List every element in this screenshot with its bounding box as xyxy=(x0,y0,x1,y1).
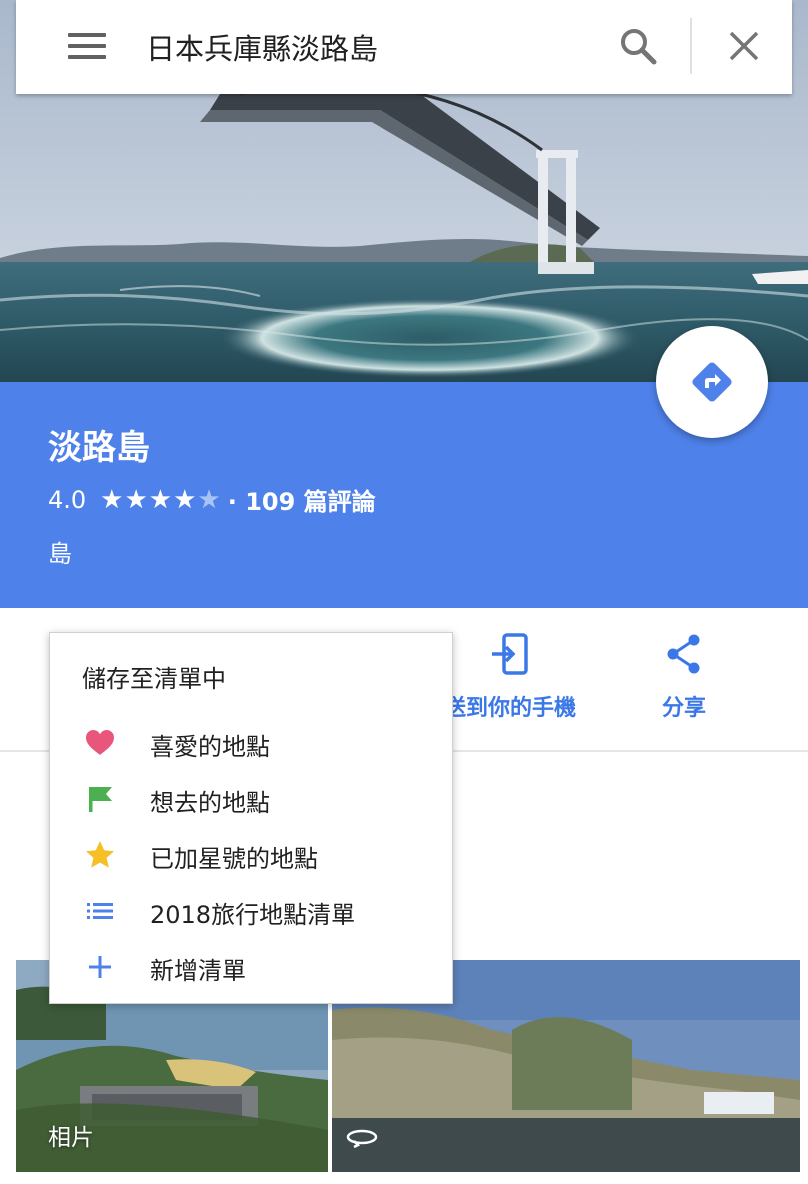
directions-label[interactable]: 規劃路線 xyxy=(640,856,784,891)
directions-icon xyxy=(692,362,732,402)
save-menu-item-want-to-go[interactable]: 想去的地點 xyxy=(50,773,452,825)
save-to-list-menu: 儲存至清單中 喜愛的地點 想去的地點 已加星號的地點 2018旅行地點清單 新增… xyxy=(49,632,453,1004)
close-icon[interactable] xyxy=(726,28,762,64)
save-menu-item-starred[interactable]: 已加星號的地點 xyxy=(50,829,452,881)
search-icon[interactable] xyxy=(618,26,658,66)
send-to-phone-icon xyxy=(492,633,528,675)
directions-button[interactable] xyxy=(656,326,768,438)
save-menu-item-new-list[interactable]: 新增清單 xyxy=(50,941,452,993)
share-button[interactable]: 分享 xyxy=(630,632,738,722)
star-icon: ★ xyxy=(124,484,149,515)
save-menu-item-label: 喜愛的地點 xyxy=(150,733,270,761)
review-count[interactable]: · 109 篇評論 xyxy=(228,482,376,517)
hamburger-menu-icon[interactable] xyxy=(68,33,108,61)
photos-label: 相片 xyxy=(48,1125,94,1151)
search-input[interactable]: 日本兵庫縣淡路島 xyxy=(146,26,378,68)
rating-value: 4.0 xyxy=(48,485,87,514)
save-menu-item-label: 已加星號的地點 xyxy=(150,845,318,873)
star-icon xyxy=(86,841,114,868)
star-icon: ★ xyxy=(148,484,174,515)
share-label: 分享 xyxy=(661,696,706,721)
list-icon xyxy=(87,903,113,919)
save-menu-title: 儲存至清單中 xyxy=(82,665,226,693)
rating-row[interactable]: 4.0 ★★★★★ · 109 篇評論 xyxy=(48,482,376,517)
flag-icon xyxy=(89,787,112,812)
star-icon: ★ xyxy=(173,484,198,515)
heart-icon xyxy=(86,730,114,755)
search-bar: 日本兵庫縣淡路島 xyxy=(16,0,792,94)
save-menu-item-label: 想去的地點 xyxy=(150,789,270,817)
star-icon: ★ xyxy=(100,484,125,515)
place-category: 島 xyxy=(48,540,72,568)
save-menu-item-custom-list[interactable]: 2018旅行地點清單 xyxy=(50,885,452,937)
save-menu-item-favorites[interactable]: 喜愛的地點 xyxy=(50,717,452,769)
place-title: 淡路島 xyxy=(48,428,150,468)
plus-icon xyxy=(89,956,111,978)
star-empty-icon: ★ xyxy=(197,484,222,515)
save-menu-item-label: 2018旅行地點清單 xyxy=(150,901,356,929)
star-rating: ★★★★★ xyxy=(100,485,222,515)
divider xyxy=(690,18,692,74)
street-view-icon xyxy=(344,1126,380,1152)
share-icon xyxy=(667,634,700,674)
save-menu-item-label: 新增清單 xyxy=(150,957,246,985)
